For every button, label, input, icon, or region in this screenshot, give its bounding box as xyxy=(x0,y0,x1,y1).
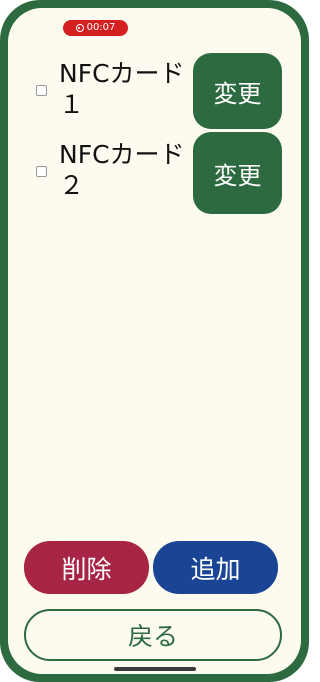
card-1-change-button[interactable]: 変更 xyxy=(193,53,282,129)
delete-button[interactable]: 削除 xyxy=(24,541,149,594)
recording-time: 00:07 xyxy=(86,22,116,33)
card-1-checkbox[interactable] xyxy=(36,85,47,96)
back-button[interactable]: 戻る xyxy=(24,609,282,661)
screen-recording-indicator: 00:07 xyxy=(63,20,128,36)
card-2-checkbox[interactable] xyxy=(36,166,47,177)
home-indicator[interactable] xyxy=(114,667,196,671)
phone-frame: 00:07 NFCカード１ 変更 NFCカード ２ 変更 削除 追加 戻る xyxy=(0,0,309,682)
card-2-label: NFCカード ２ xyxy=(59,140,185,200)
card-2-change-button[interactable]: 変更 xyxy=(193,132,282,214)
record-icon xyxy=(75,24,84,32)
add-button[interactable]: 追加 xyxy=(153,541,278,594)
card-1-label: NFCカード１ xyxy=(59,59,185,119)
app-screen: 00:07 NFCカード１ 変更 NFCカード ２ 変更 削除 追加 戻る xyxy=(8,8,301,674)
